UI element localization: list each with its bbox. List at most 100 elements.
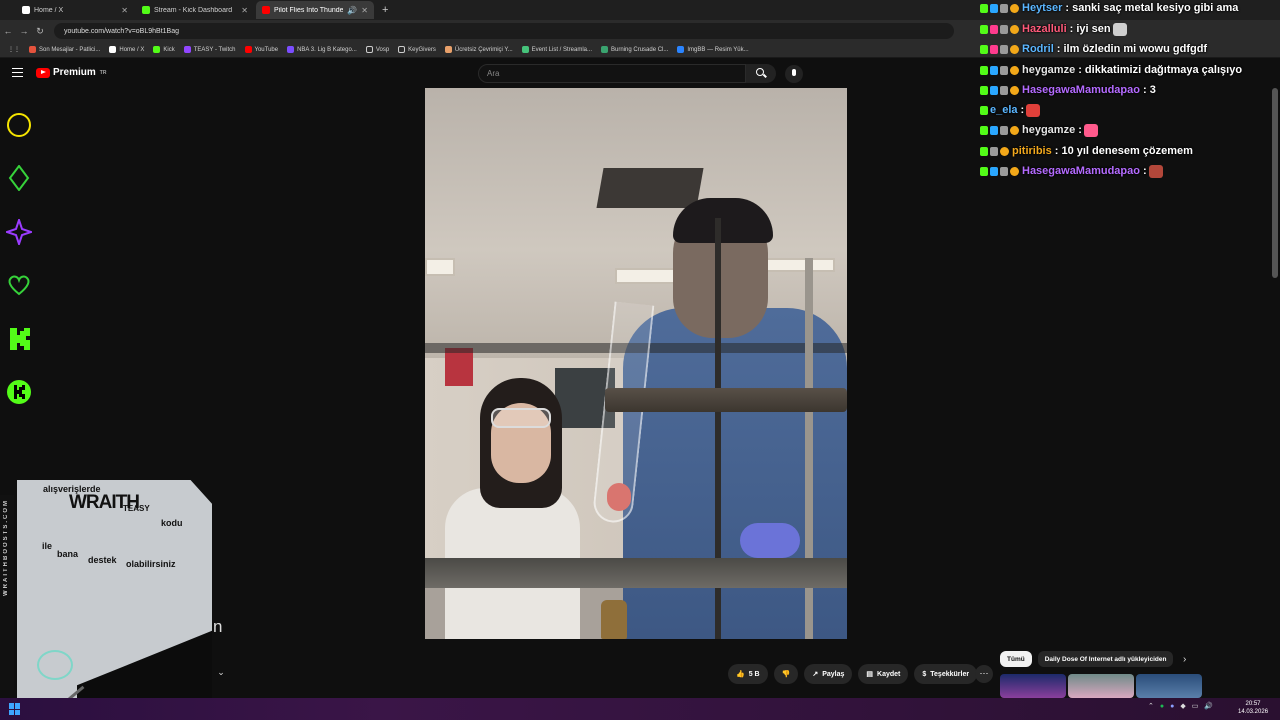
volume-icon[interactable]: 🔊: [1204, 702, 1213, 710]
apps-icon[interactable]: ⋮⋮: [8, 46, 20, 53]
stream-overlay-icons: [0, 88, 40, 418]
tab-x-home[interactable]: Home / X ✕: [16, 1, 134, 19]
forward-icon[interactable]: →: [16, 26, 32, 36]
gift-badge-icon: [1000, 24, 1008, 34]
save-label: Kaydet: [877, 670, 901, 678]
gold-badge-icon: [1010, 44, 1019, 54]
youtube-logo[interactable]: Premium TR: [36, 67, 106, 78]
kick-badge-icon: [980, 24, 988, 34]
search-button[interactable]: [746, 64, 776, 83]
close-icon[interactable]: ✕: [241, 6, 248, 15]
dislike-button[interactable]: 👎: [773, 664, 799, 684]
gold-badge-icon: [1010, 85, 1019, 95]
bookmark-item[interactable]: NBA 3. Lig B Katego...: [287, 46, 357, 53]
gift-badge-icon: [1000, 65, 1008, 75]
hamburger-menu-icon[interactable]: [12, 68, 23, 77]
windows-start-icon[interactable]: [9, 703, 21, 715]
bookmark-item[interactable]: ImgBB — Resim Yük...: [677, 46, 749, 53]
reload-icon[interactable]: ↻: [32, 26, 48, 37]
close-icon[interactable]: ✕: [121, 6, 128, 15]
kick-badge-icon: [980, 146, 988, 156]
bookmark-label: Ücretsiz Çevrimiçi Y...: [454, 46, 513, 53]
more-actions-button[interactable]: ⋯: [975, 665, 993, 683]
sponsor-word: bana: [57, 549, 79, 559]
chat-username[interactable]: Heytser: [1022, 2, 1062, 14]
chat-message: Heytser: sanki saç metal kesiyo gibi ama: [980, 0, 1238, 18]
test-tube-liquid: [607, 483, 631, 511]
chat-username[interactable]: e_ela: [990, 104, 1018, 116]
chat-username[interactable]: Rodril: [1022, 43, 1054, 55]
gift-badge-icon: [1000, 125, 1008, 135]
sponsor-vertical-text: WRAITHBOOSTS.COM: [3, 499, 9, 596]
chip-from-uploader[interactable]: Daily Dose Of Internet adlı yükleyiciden: [1037, 651, 1174, 667]
bookmark-item[interactable]: YouTube: [244, 46, 278, 53]
bookmark-label: Home / X: [119, 46, 145, 53]
bookmark-item[interactable]: Home / X: [109, 46, 144, 53]
like-button[interactable]: 👍 5 B: [728, 664, 768, 684]
voice-search-icon[interactable]: [785, 65, 803, 83]
ceiling-light: [425, 258, 455, 276]
chip-all[interactable]: Tümü: [1000, 651, 1032, 667]
chat-message: heygamze: dikkatimizi dağıtmaya çalışıyo: [980, 60, 1242, 80]
chevron-right-icon[interactable]: ›: [1183, 654, 1186, 665]
gold-badge-icon: [1000, 146, 1009, 156]
chat-username[interactable]: HasegawaMamudapao: [1022, 84, 1140, 96]
chat-text: : ilm özledin mi wowu gdfgdf: [1056, 43, 1208, 55]
search-input[interactable]: Ara: [478, 64, 746, 83]
share-button[interactable]: ↗ Paylaş: [804, 664, 853, 684]
bookmark-item[interactable]: Son Mesajlar - Patlici...: [29, 46, 100, 53]
chat-username[interactable]: heygamze: [1022, 64, 1075, 76]
spotify-icon[interactable]: ●: [1160, 703, 1164, 710]
kick-icon: [142, 6, 150, 14]
bookmark-item[interactable]: Event List / Streamla...: [521, 46, 592, 53]
kick-badge-icon: [980, 125, 988, 135]
ceiling-vent: [596, 168, 704, 208]
video-thumbnail[interactable]: [1000, 674, 1066, 698]
tab-kick-dashboard[interactable]: Stream - Kick Dashboard ✕: [136, 1, 254, 19]
taskbar-clock[interactable]: 20:57 14.03.2026: [1238, 700, 1268, 716]
page-scrollbar[interactable]: [1272, 88, 1278, 278]
chat-message: Rodril: ilm özledin mi wowu gdfgdf: [980, 39, 1207, 59]
speaker-icon[interactable]: 🔊: [347, 6, 357, 15]
chat-username[interactable]: Hazalluli: [1022, 23, 1067, 35]
kick-badge-icon: [980, 166, 988, 176]
chat-username[interactable]: HasegawaMamudapao: [1022, 165, 1140, 177]
bookmark-item[interactable]: Burning Crusade Cl...: [601, 46, 668, 53]
shield-icon[interactable]: ◆: [1180, 702, 1185, 710]
chevron-down-icon[interactable]: ⌄: [212, 667, 230, 681]
tab-youtube-video[interactable]: Pilot Flies Into Thunderstorm 🔊 ✕: [256, 1, 374, 19]
save-button[interactable]: ▤ Kaydet: [858, 664, 909, 684]
bookmark-folder[interactable]: KeyGivers: [398, 46, 436, 53]
sponsor-word: destek: [88, 555, 117, 565]
thumbs-up-icon: 👍: [736, 671, 745, 678]
chat-username[interactable]: pitiribis: [1012, 145, 1052, 157]
sponsor-word: kodu: [161, 518, 183, 528]
emote-icon: [1112, 22, 1127, 36]
clock-date: 14.03.2026: [1238, 709, 1269, 715]
discord-icon[interactable]: ●: [1170, 703, 1174, 710]
bookmark-item[interactable]: Ücretsiz Çevrimiçi Y...: [444, 46, 513, 53]
chat-username[interactable]: heygamze: [1022, 124, 1075, 136]
bookmark-item[interactable]: Kick: [153, 46, 175, 53]
bookmark-folder[interactable]: Vosp: [365, 46, 389, 53]
chevron-up-icon[interactable]: ⌃: [1148, 702, 1154, 710]
bookmark-label: Son Mesajlar - Patlici...: [39, 46, 101, 53]
bookmark-item[interactable]: TEASY - Twitch: [183, 46, 236, 53]
kick-logo-icon: [6, 326, 32, 352]
video-player[interactable]: [425, 88, 847, 639]
back-icon[interactable]: ←: [0, 26, 16, 36]
chat-text: :: [1142, 165, 1147, 177]
gift-badge-icon: [1000, 3, 1008, 13]
close-icon[interactable]: ✕: [361, 6, 368, 15]
lab-clamp: [605, 388, 847, 412]
fume-hood-sash: [425, 558, 847, 588]
network-icon[interactable]: ▭: [1192, 702, 1199, 710]
chat-text: :: [1078, 124, 1082, 136]
url-input[interactable]: youtube.com/watch?v=oBL9hBt1Bag: [54, 23, 954, 39]
video-thumbnail[interactable]: [1136, 674, 1202, 698]
bookmark-label: Kick: [163, 46, 175, 53]
pink-badge-icon: [990, 24, 998, 34]
video-thumbnail[interactable]: [1068, 674, 1134, 698]
new-tab-button[interactable]: +: [376, 4, 394, 16]
thanks-button[interactable]: $ Teşekkürler: [914, 664, 978, 684]
